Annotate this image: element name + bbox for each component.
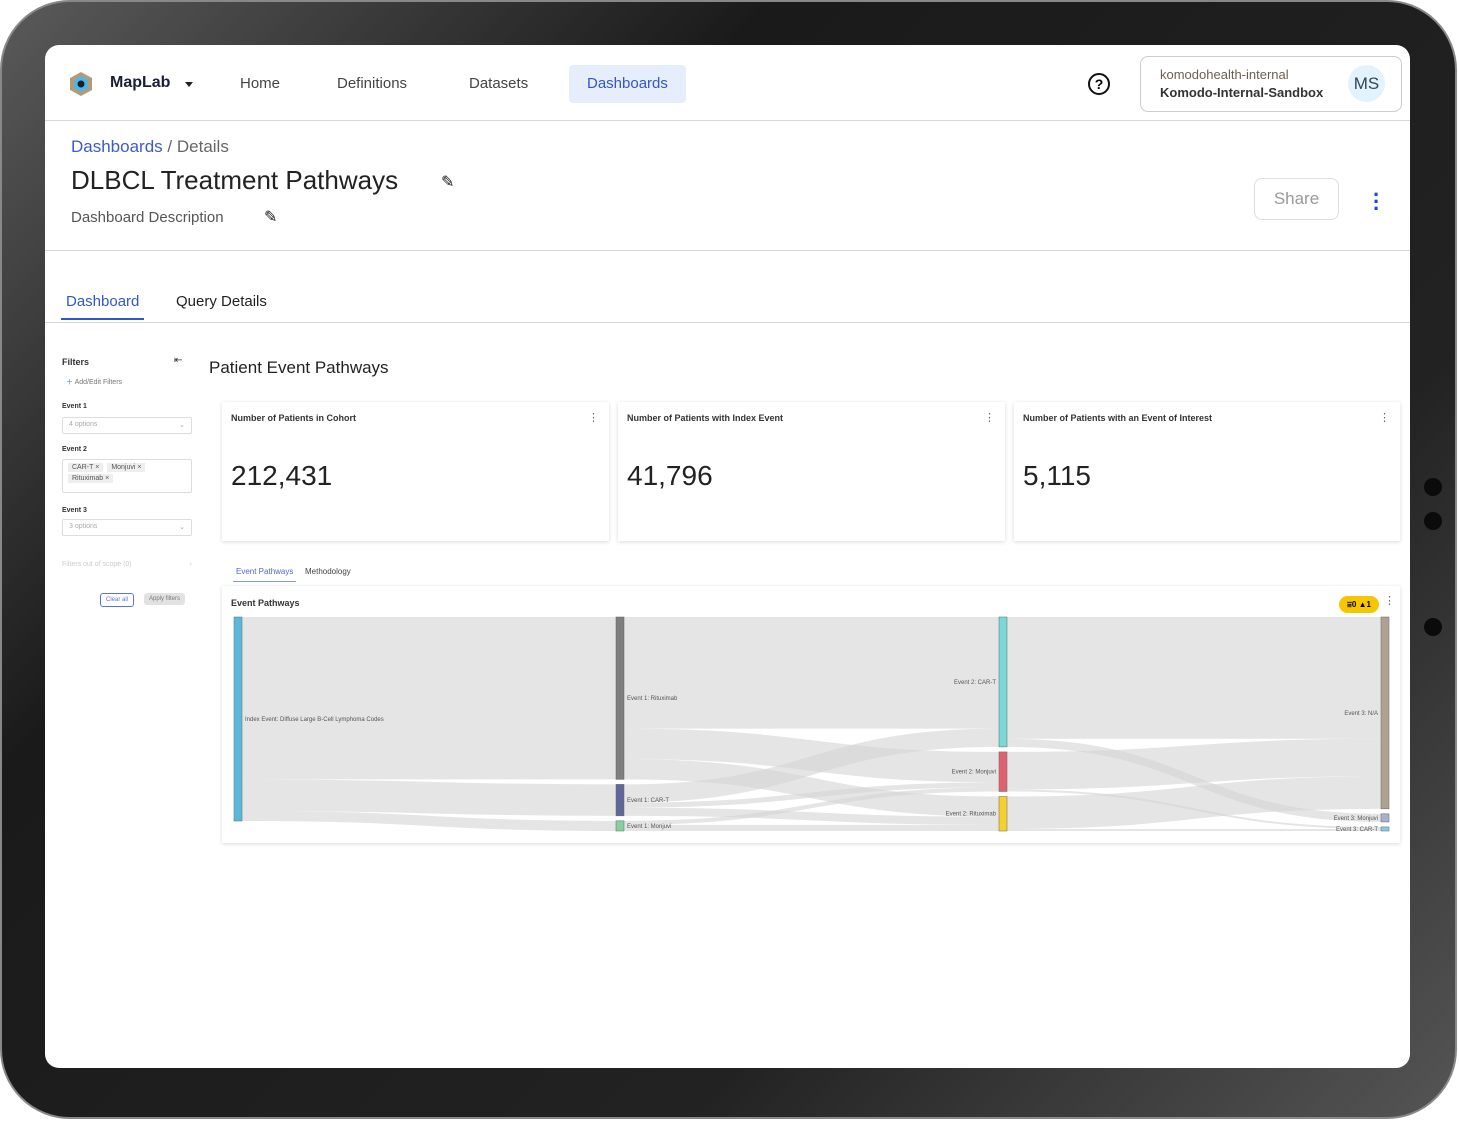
breadcrumb-separator: /	[167, 137, 173, 156]
edit-description-icon[interactable]: ✎	[264, 207, 277, 227]
device-button	[1424, 618, 1442, 636]
sankey-node-label: Event 2: CAR-T	[954, 680, 996, 686]
filters-out-of-scope[interactable]: Filters out of scope (0) ›	[62, 561, 192, 568]
divider	[45, 322, 1410, 323]
metric-value: 41,796	[627, 460, 713, 491]
nav-home[interactable]: Home	[222, 65, 298, 103]
chart-menu-icon[interactable]: ⋮	[1384, 594, 1395, 607]
sankey-link[interactable]	[1006, 738, 1382, 790]
tab-event-pathways[interactable]: Event Pathways	[233, 567, 297, 582]
chevron-down-icon[interactable]	[185, 82, 193, 87]
sankey-chart: Index Event: Diffuse Large B-Cell Lympho…	[233, 616, 1390, 833]
event3-select[interactable]: 3 options ⌄	[62, 519, 192, 536]
sankey-node[interactable]	[615, 820, 625, 832]
more-options-icon[interactable]: · · ·	[1373, 184, 1380, 220]
tab-query-details[interactable]: Query Details	[171, 293, 272, 318]
nav-datasets[interactable]: Datasets	[451, 65, 546, 103]
event1-select[interactable]: 4 options ⌄	[62, 417, 192, 434]
edit-title-icon[interactable]: ✎	[441, 172, 454, 192]
metric-value: 212,431	[231, 460, 333, 491]
nav-dashboards[interactable]: Dashboards	[569, 65, 686, 103]
dashboard-description: Dashboard Description	[71, 209, 224, 226]
sankey-node-label: Event 3: CAR-T	[1336, 827, 1378, 833]
sankey-node-label: Event 1: Monjuvi	[627, 824, 671, 830]
sankey-node-label: Event 1: CAR-T	[627, 798, 669, 804]
chart-title: Event Pathways	[231, 598, 300, 608]
clear-all-button[interactable]: Clear all	[100, 593, 135, 607]
share-button[interactable]: Share	[1254, 178, 1339, 220]
tab-methodology[interactable]: Methodology	[305, 567, 351, 576]
alerts-badge[interactable]: ⩸0 ▲1	[1339, 596, 1379, 613]
add-filters-link[interactable]: ＋ Add/Edit Filters	[66, 377, 122, 387]
chip-rituximab[interactable]: Rituximab ×	[68, 474, 114, 483]
avatar[interactable]: MS	[1348, 65, 1385, 102]
help-icon[interactable]: ?	[1088, 73, 1110, 95]
divider	[45, 250, 1410, 251]
sankey-node[interactable]	[615, 616, 625, 780]
sankey-node[interactable]	[1380, 813, 1390, 823]
sankey-node-label: Index Event: Diffuse Large B-Cell Lympho…	[245, 717, 384, 723]
metric-card: Number of Patients with an Event of Inte…	[1014, 402, 1400, 541]
account-switcher[interactable]: komodohealth-internal Komodo-Internal-Sa…	[1140, 56, 1402, 112]
account-workspace: Komodo-Internal-Sandbox	[1160, 85, 1324, 100]
sankey-node[interactable]	[615, 784, 625, 817]
event1-label: Event 1	[62, 403, 87, 410]
sankey-link[interactable]	[241, 810, 617, 831]
section-title: Patient Event Pathways	[209, 358, 389, 377]
chip-cart[interactable]: CAR-T ×	[68, 463, 104, 472]
sankey-node[interactable]	[998, 616, 1008, 748]
sankey-node-label: Event 2: Rituximab	[946, 812, 997, 818]
tab-dashboard[interactable]: Dashboard	[61, 293, 145, 320]
metric-value: 5,115	[1023, 460, 1091, 491]
sankey-node-label: Event 3: N/A	[1344, 711, 1378, 717]
event2-label: Event 2	[62, 446, 87, 453]
maplab-logo-icon	[70, 72, 92, 96]
card-menu-icon[interactable]: ⋮	[1379, 411, 1390, 424]
device-button	[1424, 478, 1442, 496]
card-menu-icon[interactable]: ⋮	[984, 411, 995, 424]
warning-icon: ▲	[1358, 600, 1367, 609]
sankey-node[interactable]	[1380, 826, 1390, 832]
app-brand[interactable]: MapLab	[110, 74, 170, 92]
device-button	[1424, 512, 1442, 530]
sankey-link[interactable]	[1006, 776, 1382, 829]
metric-card: Number of Patients with Index Event ⋮ 41,7…	[618, 402, 1005, 541]
metric-title: Number of Patients with an Event of Inte…	[1023, 413, 1213, 423]
metric-card: Number of Patients in Cohort ⋮ 212,431	[222, 402, 609, 541]
sankey-node[interactable]	[998, 796, 1008, 832]
account-org: komodohealth-internal	[1160, 67, 1289, 82]
apply-filters-button[interactable]: Apply filters	[144, 593, 186, 605]
nav-definitions[interactable]: Definitions	[319, 65, 425, 103]
metric-title: Number of Patients with Index Event	[627, 413, 784, 423]
metric-title: Number of Patients in Cohort	[231, 413, 357, 423]
event-pathways-card: Event Pathways ⩸0 ▲1 ⋮ Index Event: Diff…	[222, 586, 1400, 843]
sankey-node[interactable]	[998, 751, 1008, 792]
breadcrumb-current: Details	[176, 137, 229, 156]
event3-label: Event 3	[62, 507, 87, 514]
page-title: DLBCL Treatment Pathways	[71, 165, 399, 195]
sankey-node-label: Event 2: Monjuvi	[952, 770, 996, 776]
sankey-node[interactable]	[1380, 616, 1390, 810]
event2-select[interactable]: CAR-T × Monjuvi × Rituximab ×	[62, 459, 192, 493]
breadcrumb: Dashboards / Details	[71, 137, 229, 157]
filters-title: Filters	[62, 357, 90, 367]
card-menu-icon[interactable]: ⋮	[588, 411, 599, 424]
app-screen: MapLab Home Definitions Datasets Dashboa…	[45, 45, 1410, 1068]
top-nav: MapLab Home Definitions Datasets Dashboa…	[45, 45, 1410, 121]
sankey-node-label: Event 3: Monjuvi	[1334, 816, 1378, 822]
chip-monjuvi[interactable]: Monjuvi ×	[107, 463, 146, 472]
sankey-link[interactable]	[241, 779, 617, 816]
collapse-panel-icon[interactable]: ⇤	[174, 355, 182, 366]
sankey-node[interactable]	[233, 616, 243, 822]
breadcrumb-dashboards[interactable]: Dashboards	[71, 137, 163, 156]
sankey-node-label: Event 1: Rituximab	[627, 696, 678, 702]
